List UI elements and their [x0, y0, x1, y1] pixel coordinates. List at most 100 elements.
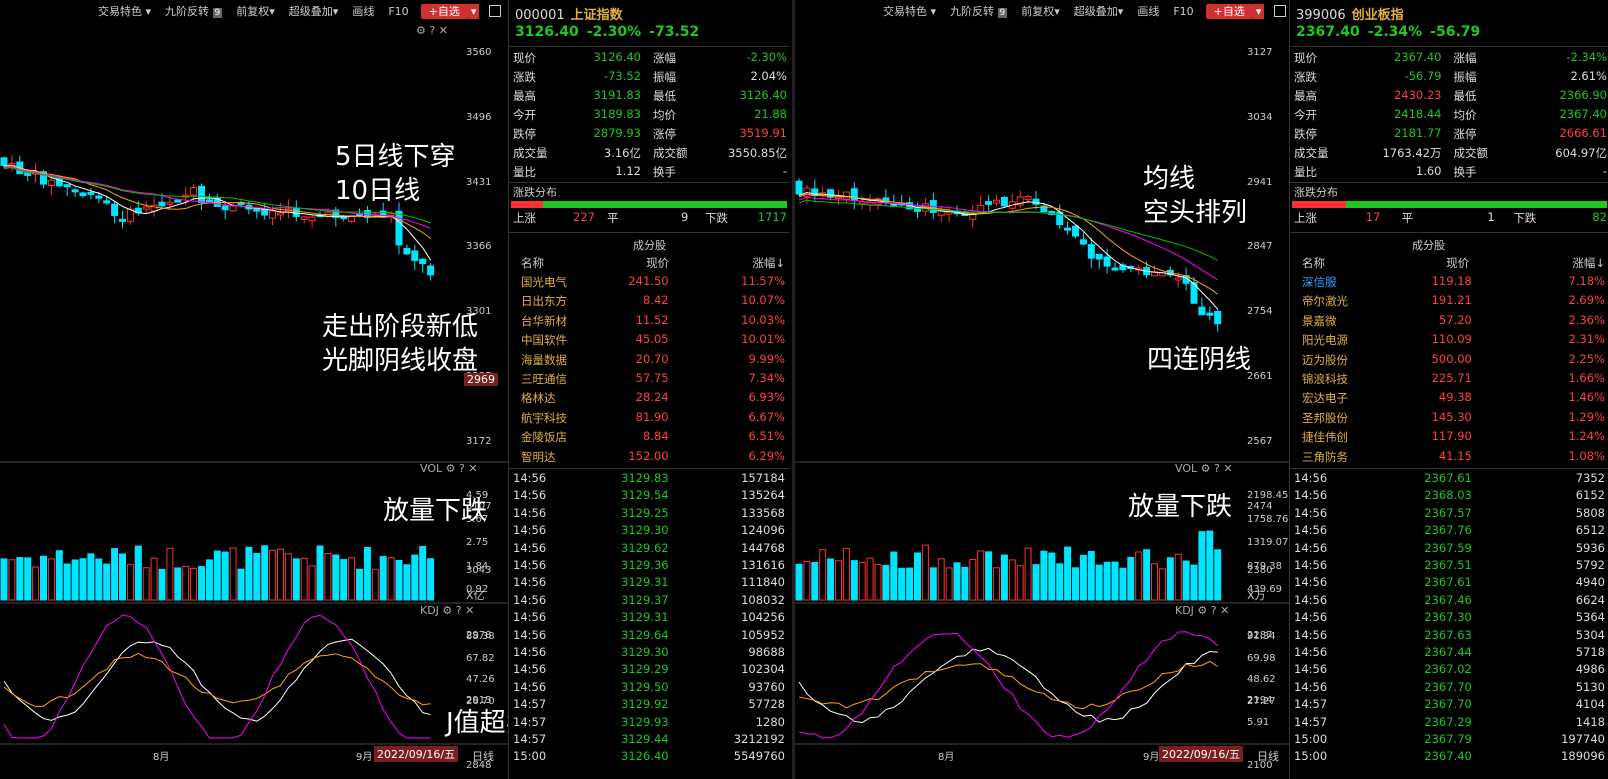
tick-row: 14:56 2367.02 4986 — [1290, 662, 1608, 679]
scale-label: 2941 — [1247, 176, 1273, 188]
left-kline-chart[interactable] — [0, 0, 508, 779]
tick-price: 2367.29 — [1424, 714, 1472, 729]
scale-label: 3034 — [1247, 111, 1273, 123]
tick-volume: 5304 — [1575, 627, 1605, 642]
comp-header-price[interactable]: 现价 — [1446, 255, 1469, 271]
tick-volume: 104256 — [741, 610, 785, 625]
volume-bar — [898, 567, 906, 601]
component-row[interactable]: 帝尔激光 191.21 2.69% — [1290, 293, 1608, 312]
component-row[interactable]: 景嘉微 57.20 2.36% — [1290, 313, 1608, 332]
comp-header-pct[interactable]: 涨幅↓ — [752, 255, 785, 271]
candle-body — [277, 212, 284, 216]
scale-label: 91.34 — [1247, 631, 1276, 642]
left-period-label[interactable]: 日线 — [472, 748, 494, 764]
component-row[interactable]: 金陵饭店 8.84 6.51% — [509, 429, 789, 448]
quote-value: 604.97亿 — [1555, 146, 1607, 160]
component-name: 格林达 — [521, 391, 556, 406]
volume-bar — [866, 557, 874, 601]
component-row[interactable]: 深信服 119.18 7.18% — [1290, 274, 1608, 293]
quote-value: 2666.61 — [1559, 126, 1607, 140]
component-row[interactable]: 智明达 152.00 6.29% — [509, 449, 789, 468]
annotation-line: 光脚阴线收盘 — [322, 346, 479, 376]
component-row[interactable]: 海量数据 20.70 9.99% — [509, 352, 789, 371]
component-row[interactable]: 三旺通信 57.75 7.34% — [509, 371, 789, 390]
quote-value: - — [1602, 164, 1607, 178]
volume-bar — [229, 547, 237, 601]
component-pct: 2.31% — [1568, 332, 1605, 347]
left-chart-pane[interactable]: 交易特色 ▾ 九阶反转 9 前复权▾ 超级叠加▾ 画线 F10 +自选 ▾ ⚙ ?… — [0, 0, 508, 779]
component-price: 152.00 — [628, 448, 669, 463]
change-percent: -2.30% — [586, 24, 642, 40]
component-row[interactable]: 迈为股份 500.00 2.25% — [1290, 352, 1608, 371]
volume-bar — [47, 558, 55, 601]
tick-volume: 57728 — [748, 697, 785, 712]
component-row[interactable]: 阳光电源 110.09 2.31% — [1290, 332, 1608, 351]
comp-header-row: 名称 现价 涨幅↓ — [1290, 255, 1608, 273]
component-pct: 1.24% — [1568, 429, 1605, 444]
component-name: 三旺通信 — [521, 372, 567, 386]
component-row[interactable]: 航宇科技 81.90 6.67% — [509, 410, 789, 429]
component-row[interactable]: 格林达 28.24 6.93% — [509, 390, 789, 409]
right-period-label[interactable]: 日线 — [1257, 748, 1279, 764]
tick-row: 14:56 3129.31 111840 — [509, 575, 789, 592]
component-row[interactable]: 中国软件 45.05 10.01% — [509, 332, 789, 351]
candle-body — [261, 208, 269, 216]
candle-body — [71, 189, 79, 193]
annotation-volume: 放量下跌 — [1128, 492, 1233, 522]
tick-volume: 124096 — [741, 523, 785, 538]
candle-body — [253, 208, 261, 212]
candle-body — [119, 218, 126, 222]
left-dist-bar — [511, 201, 787, 208]
change-value: -56.79 — [1430, 24, 1481, 40]
tick-time: 14:56 — [513, 540, 547, 555]
volume-bar — [1072, 567, 1079, 601]
component-row[interactable]: 宏达电子 49.38 1.46% — [1290, 390, 1608, 409]
tick-row: 14:57 3129.44 3212192 — [509, 732, 789, 749]
volume-bar — [819, 549, 827, 601]
candle-body — [0, 157, 8, 167]
tick-time: 14:56 — [1294, 610, 1328, 625]
component-row[interactable]: 捷佳伟创 117.90 1.24% — [1290, 429, 1608, 448]
quote-label: 均价 — [1453, 108, 1477, 122]
comp-header-name[interactable]: 名称 — [521, 255, 544, 271]
volume-bar — [1095, 564, 1103, 601]
dist-up-count: 227 — [573, 210, 595, 224]
divider — [1290, 232, 1608, 233]
comp-header-name[interactable]: 名称 — [1302, 255, 1325, 271]
candle-body — [166, 201, 174, 205]
component-row[interactable]: 三角防务 41.15 1.08% — [1290, 449, 1608, 468]
right-kline-chart[interactable] — [795, 0, 1292, 779]
component-name: 日出东方 — [521, 294, 567, 309]
component-price: 8.42 — [643, 293, 669, 308]
component-name: 航宇科技 — [521, 410, 567, 425]
tick-row: 14:56 2367.63 5304 — [1290, 628, 1608, 645]
candle-body — [842, 191, 850, 200]
component-row[interactable]: 日出东方 8.42 10.07% — [509, 293, 789, 312]
component-row[interactable]: 台华新材 11.52 10.03% — [509, 313, 789, 332]
component-pct: 1.08% — [1568, 448, 1605, 463]
comp-header-pct[interactable]: 涨幅↓ — [1572, 255, 1605, 271]
tick-volume: 6512 — [1575, 523, 1605, 538]
comp-header-price[interactable]: 现价 — [646, 255, 669, 271]
component-row[interactable]: 锦浪科技 225.71 1.66% — [1290, 371, 1608, 390]
right-chart-pane[interactable]: 交易特色 ▾ 九阶反转 9 前复权▾ 超级叠加▾ 画线 F10 +自选 ▾ 312… — [792, 0, 1292, 779]
scale-label: 88.38 — [466, 631, 495, 642]
volume-bar — [858, 561, 866, 601]
tick-price: 2367.02 — [1424, 662, 1472, 677]
tick-volume: 6152 — [1575, 488, 1605, 503]
component-name: 捷佳伟创 — [1302, 430, 1348, 445]
quote-value: 1.12 — [615, 164, 641, 178]
quote-label: 量比 — [1294, 165, 1317, 179]
volume-bar — [1087, 550, 1095, 601]
tick-volume: 5936 — [1575, 540, 1605, 555]
component-row[interactable]: 国光电气 241.50 11.57% — [509, 274, 789, 293]
component-name: 阳光电源 — [1302, 333, 1348, 348]
volume-bar — [348, 557, 356, 601]
candle-body — [850, 188, 858, 202]
component-row[interactable]: 圣邦股份 145.30 1.29% — [1290, 410, 1608, 429]
tick-time: 15:00 — [1294, 732, 1328, 746]
tick-price: 3129.30 — [621, 645, 669, 659]
tick-volume: 157184 — [741, 471, 785, 485]
kdj-d-line — [798, 660, 1218, 710]
scale-label: 3366 — [466, 241, 492, 253]
